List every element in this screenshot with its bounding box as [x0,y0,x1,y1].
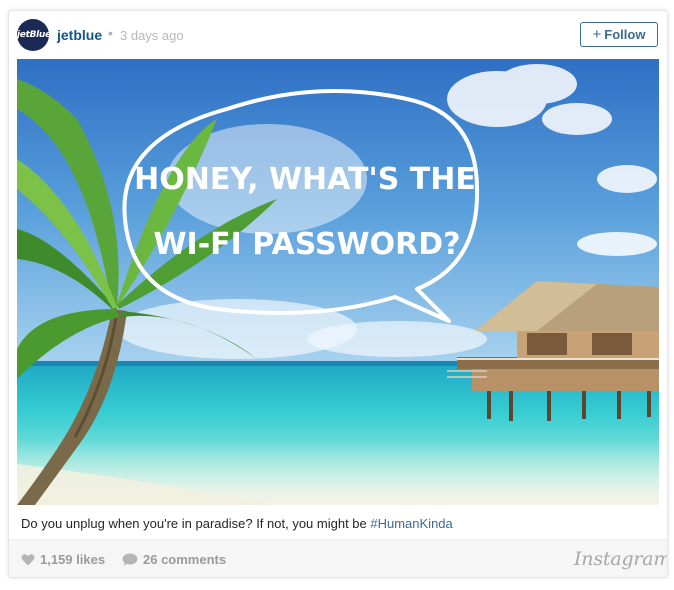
image-text-line1: HONEY, WHAT'S THE [134,162,476,197]
separator-dot: • [108,25,113,41]
plus-icon: + [592,26,602,43]
post-header: jetBlue jetblue • 3 days ago + Follow [9,11,667,59]
speech-bubble-icon [122,553,138,566]
heart-icon [21,554,35,566]
post-footer: 1,159 likes 26 comments Instagram [9,539,667,577]
follow-button[interactable]: + Follow [580,22,658,47]
image-text-line2: WI-FI PASSWORD? [153,227,460,262]
avatar[interactable]: jetBlue [17,19,51,51]
post-caption: Do you unplug when you're in paradise? I… [21,516,453,531]
caption-text: Do you unplug when you're in paradise? I… [21,516,371,531]
hashtag-link[interactable]: #HumanKinda [370,516,452,531]
comments-label: 26 comments [143,552,227,567]
instagram-logo[interactable]: Instagram [574,548,667,570]
likes-count[interactable]: 1,159 likes [21,552,105,567]
follow-label: Follow [604,27,646,42]
comments-count[interactable]: 26 comments [122,552,226,567]
post-image[interactable]: HONEY, WHAT'S THE WI-FI PASSWORD? [17,59,659,505]
username-link[interactable]: jetblue [57,27,102,43]
post-image-graphic: HONEY, WHAT'S THE WI-FI PASSWORD? [17,59,659,505]
post-timestamp[interactable]: 3 days ago [120,28,184,43]
likes-label: 1,159 likes [40,552,106,567]
instagram-embed-card: jetBlue jetblue • 3 days ago + Follow HO… [8,10,668,578]
